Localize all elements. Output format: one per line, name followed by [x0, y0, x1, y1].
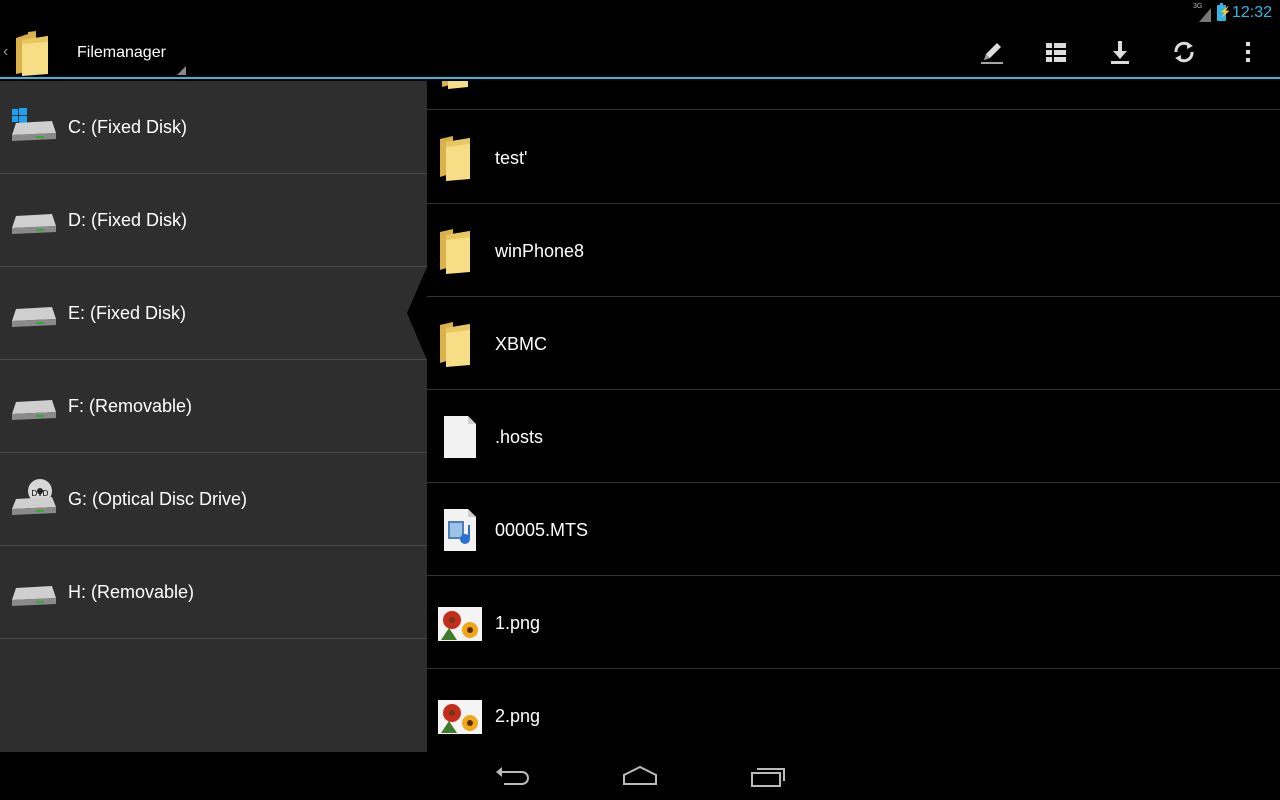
drive-label: C: (Fixed Disk)	[68, 116, 188, 137]
file-name: 00005.MTS	[495, 520, 589, 540]
drive-label: D: (Fixed Disk)	[68, 209, 188, 230]
folder-icon	[440, 136, 470, 181]
drive-item-h[interactable]: H: (Removable)	[0, 546, 427, 639]
file-name: test'	[495, 148, 528, 168]
media-file-icon	[444, 509, 476, 551]
list-item-partial[interactable]	[427, 81, 1280, 110]
status-icons: 3G ⚡ 12:32	[1193, 2, 1272, 23]
pencil-icon	[981, 43, 1003, 64]
file-name: 1.png	[495, 613, 541, 633]
image-icon	[438, 607, 482, 641]
drive-label: E: (Fixed Disk)	[68, 302, 187, 323]
list-item[interactable]: 1.png	[427, 576, 1280, 669]
drive-item-f[interactable]: F: (Removable)	[0, 360, 427, 453]
list-item[interactable]: winPhone8	[427, 204, 1280, 297]
file-name: XBMC	[495, 334, 548, 354]
clock: 12:32	[1231, 3, 1272, 21]
back-button[interactable]	[487, 762, 537, 792]
dvd-badge: DVD	[32, 489, 49, 498]
hard-drive-icon	[12, 586, 56, 606]
hard-drive-icon	[12, 400, 56, 420]
file-list: test' winPhone8 XBMC .hosts 00005.MTS 1.…	[427, 111, 1280, 752]
folder-icon	[440, 229, 470, 274]
list-item[interactable]: test'	[427, 111, 1280, 204]
list-item[interactable]: .hosts	[427, 390, 1280, 483]
recent-apps-button[interactable]	[743, 762, 793, 792]
file-name: winPhone8	[495, 241, 585, 261]
recent-apps-icon	[751, 768, 785, 787]
list-item[interactable]: XBMC	[427, 297, 1280, 390]
view-mode-button[interactable]	[1024, 25, 1088, 79]
windows-drive-icon	[12, 108, 56, 141]
navigation-bar	[0, 752, 1280, 800]
action-bar: ‹ Filemanager	[0, 25, 1280, 79]
home-icon	[623, 765, 657, 785]
download-button[interactable]	[1088, 25, 1152, 79]
refresh-button[interactable]	[1152, 25, 1216, 79]
image-icon	[438, 700, 482, 734]
back-icon	[496, 767, 529, 785]
up-chevron-icon[interactable]: ‹	[3, 43, 8, 61]
dvd-drive-icon: DVD	[12, 479, 56, 515]
refresh-icon	[1174, 41, 1194, 63]
edit-button[interactable]	[960, 25, 1024, 79]
folder-app-icon[interactable]	[14, 30, 50, 76]
download-icon	[1111, 41, 1129, 64]
battery-charging-icon: ⚡	[1216, 2, 1231, 21]
drive-item-c[interactable]: C: (Fixed Disk)	[0, 81, 427, 174]
list-item[interactable]: 00005.MTS	[427, 483, 1280, 576]
folder-icon	[442, 81, 468, 89]
drive-item-e[interactable]: E: (Fixed Disk)	[0, 267, 427, 360]
hard-drive-icon	[12, 214, 56, 234]
spinner-indicator-icon	[177, 66, 186, 75]
app-title-spinner[interactable]: Filemanager	[76, 25, 188, 79]
list-item[interactable]: 2.png	[427, 669, 1280, 752]
folder-icon	[440, 322, 470, 367]
drive-list: C: (Fixed Disk) D: (Fixed Disk) E: (Fixe…	[0, 81, 427, 752]
status-bar: 3G ⚡ 12:32	[0, 0, 1280, 25]
file-list-panel: test' winPhone8 XBMC .hosts 00005.MTS 1.…	[427, 81, 1280, 752]
action-buttons	[960, 25, 1280, 79]
home-button[interactable]	[615, 762, 665, 792]
drive-item-d[interactable]: D: (Fixed Disk)	[0, 174, 427, 267]
drive-label: F: (Removable)	[68, 395, 193, 416]
selection-indicator	[407, 267, 427, 360]
app-title: Filemanager	[77, 44, 166, 61]
file-icon	[444, 416, 476, 458]
file-name: 2.png	[495, 706, 541, 726]
overflow-menu-icon	[1246, 42, 1250, 62]
file-name: .hosts	[495, 427, 544, 447]
overflow-menu-button[interactable]	[1216, 25, 1280, 79]
drive-label: G: (Optical Disc Drive)	[68, 488, 248, 509]
drive-label: H: (Removable)	[68, 581, 195, 602]
list-view-icon	[1046, 43, 1066, 62]
signal-icon: 3G	[1193, 3, 1211, 22]
hard-drive-icon	[12, 307, 56, 327]
drive-item-g[interactable]: DVD G: (Optical Disc Drive)	[0, 453, 427, 546]
